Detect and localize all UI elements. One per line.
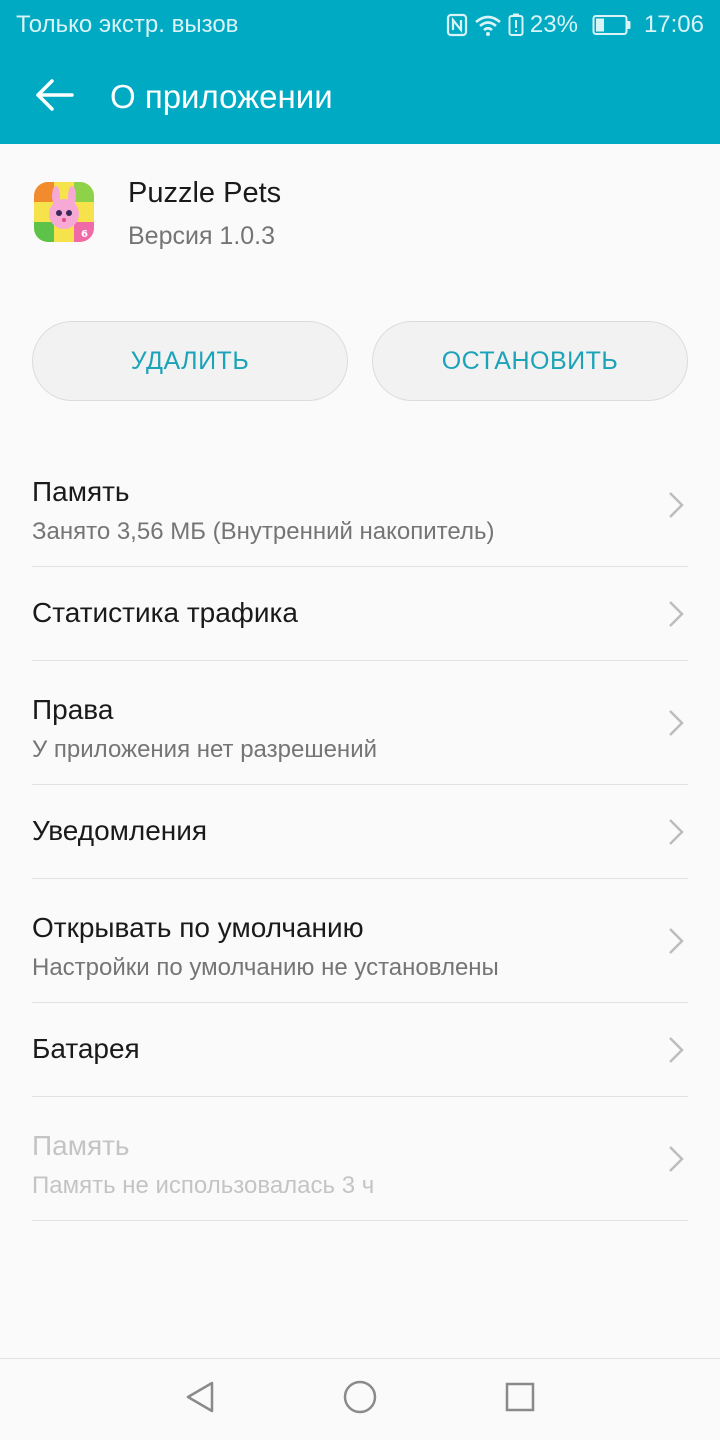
nfc-icon	[446, 13, 468, 37]
svg-text:6: 6	[81, 229, 88, 240]
force-stop-button[interactable]: ОСТАНОВИТЬ	[372, 321, 688, 401]
chevron-right-icon	[668, 927, 684, 960]
chevron-right-icon	[668, 1145, 684, 1178]
status-icons: 23% 17:06	[446, 11, 704, 39]
settings-item-permissions[interactable]: Права У приложения нет разрешений	[32, 661, 688, 785]
settings-item-open-by-default[interactable]: Открывать по умолчанию Настройки по умол…	[32, 879, 688, 1003]
settings-item-subtitle: Память не использовалась 3 ч	[32, 1172, 375, 1199]
clock: 17:06	[643, 11, 704, 38]
uninstall-button[interactable]: УДАЛИТЬ	[32, 321, 348, 401]
settings-item-subtitle: У приложения нет разрешений	[32, 736, 377, 763]
app-info-screen: Только экстр. вызов 23% 17:06 О приложен…	[0, 0, 720, 1440]
settings-item-title: Память	[32, 476, 130, 507]
chevron-right-icon	[668, 818, 684, 851]
nav-home-button[interactable]	[280, 1359, 440, 1440]
nav-back-button[interactable]	[120, 1359, 280, 1440]
settings-item-subtitle: Занято 3,56 МБ (Внутренний накопитель)	[32, 518, 495, 545]
settings-item-title: Права	[32, 694, 114, 725]
app-version: Версия 1.0.3	[128, 222, 276, 250]
settings-item-title: Статистика трафика	[32, 597, 298, 628]
carrier-text: Только экстр. вызов	[16, 11, 239, 38]
battery-icon	[592, 14, 632, 36]
settings-item-title: Батарея	[32, 1033, 140, 1064]
arrow-left-icon	[34, 78, 74, 117]
nav-back-icon	[184, 1380, 216, 1419]
settings-item-title: Открывать по умолчанию	[32, 912, 364, 943]
chevron-right-icon	[668, 1036, 684, 1069]
settings-item-subtitle: Настройки по умолчанию не установлены	[32, 954, 499, 981]
chevron-right-icon	[668, 491, 684, 524]
app-icon: 6	[34, 182, 94, 242]
settings-item-notifications[interactable]: Уведомления	[32, 785, 688, 879]
settings-item-memory[interactable]: Память Память не использовалась 3 ч	[32, 1097, 688, 1221]
settings-item-data-usage[interactable]: Статистика трафика	[32, 567, 688, 661]
battery-percent: 23%	[529, 11, 578, 38]
settings-list: Память Занято 3,56 МБ (Внутренний накопи…	[32, 443, 688, 1221]
app-bar: О приложении	[0, 50, 720, 144]
navigation-bar	[0, 1358, 720, 1440]
wifi-icon	[474, 13, 502, 37]
app-name: Puzzle Pets	[128, 177, 282, 209]
chevron-right-icon	[668, 709, 684, 742]
settings-item-battery[interactable]: Батарея	[32, 1003, 688, 1097]
nav-recents-button[interactable]	[440, 1359, 600, 1440]
app-header: 6 Puzzle Pets Версия 1.0.3	[0, 144, 720, 320]
chevron-right-icon	[668, 600, 684, 633]
battery-alert-icon	[508, 13, 524, 37]
action-buttons: УДАЛИТЬ ОСТАНОВИТЬ	[32, 321, 688, 401]
settings-item-title: Уведомления	[32, 815, 208, 846]
settings-item-storage[interactable]: Память Занято 3,56 МБ (Внутренний накопи…	[32, 443, 688, 567]
page-title: О приложении	[110, 78, 333, 115]
settings-item-title: Память	[32, 1130, 130, 1161]
nav-home-icon	[342, 1379, 378, 1420]
status-bar: Только экстр. вызов 23% 17:06	[0, 0, 720, 50]
nav-recents-icon	[504, 1381, 536, 1418]
back-button[interactable]	[0, 50, 110, 144]
